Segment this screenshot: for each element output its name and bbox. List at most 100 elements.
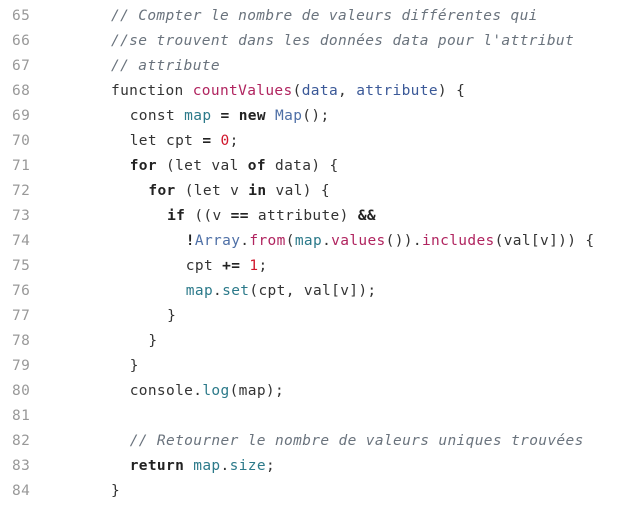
code-token: } [129, 358, 139, 374]
code-text: for (let val of data) { [130, 154, 339, 179]
line-number: 81 [12, 408, 31, 424]
code-token: // attribute [111, 58, 220, 74]
code-text: cpt += 1; [186, 254, 268, 279]
code-token: (); [302, 108, 330, 124]
code-line[interactable]: 65 // Compter le nombre de valeurs différ… [0, 4, 635, 29]
line-number: 71 [12, 158, 31, 174]
code-token: if [167, 208, 186, 224]
line-number: 70 [12, 133, 31, 149]
code-text: // Compter le nombre de valeurs différen… [111, 4, 538, 29]
code-token: ( [285, 233, 295, 249]
code-line[interactable]: 75 cpt += 1; [0, 254, 635, 279]
code-token: // Retourner le nombre de valeurs unique… [129, 433, 584, 449]
code-text: // attribute [111, 54, 220, 79]
code-line[interactable]: 81 [0, 404, 635, 429]
code-token: for [129, 158, 157, 174]
line-number: 69 [12, 108, 31, 124]
code-token: for [148, 183, 176, 199]
code-token: map [193, 458, 221, 474]
line-number: 79 [12, 358, 31, 374]
code-text: if ((v == attribute) && [167, 204, 376, 229]
code-token: data [301, 83, 339, 99]
line-number: 72 [12, 183, 31, 199]
code-token: ! [185, 233, 195, 249]
code-line[interactable]: 80 console.log(map); [0, 379, 635, 404]
code-token: . [220, 458, 230, 474]
code-token: ) { [437, 83, 466, 99]
code-token: (val[v])) { [494, 233, 595, 249]
code-editor[interactable]: 65 // Compter le nombre de valeurs différ… [0, 4, 635, 504]
code-token: console. [129, 383, 203, 399]
line-number: 82 [12, 433, 31, 449]
code-line[interactable]: 67 // attribute [0, 54, 635, 79]
code-line[interactable]: 66 //se trouvent dans les données data po… [0, 29, 635, 54]
code-token: . [213, 283, 223, 299]
code-line[interactable]: 71 for (let val of data) { [0, 154, 635, 179]
code-line[interactable]: 72 for (let v in val) { [0, 179, 635, 204]
code-token: cpt [185, 258, 223, 274]
code-token: (map); [229, 383, 285, 399]
code-token: ; [258, 258, 268, 274]
code-line[interactable]: 73 if ((v == attribute) && [0, 204, 635, 229]
code-line[interactable]: 84} [0, 479, 635, 504]
line-number: 67 [12, 58, 31, 74]
line-number: 76 [12, 283, 31, 299]
code-token: && [357, 208, 376, 224]
code-token: } [148, 333, 158, 349]
code-token: 0 [220, 133, 230, 149]
code-text: // Retourner le nombre de valeurs unique… [130, 429, 584, 454]
code-token: == [230, 208, 249, 224]
code-token: of [247, 158, 266, 174]
code-token: += [222, 258, 241, 274]
code-token: . [322, 233, 332, 249]
code-text: return map.size; [130, 454, 275, 479]
code-line[interactable]: 68 function countValues(data, attribute) … [0, 79, 635, 104]
line-number: 66 [12, 33, 31, 49]
line-number: 73 [12, 208, 31, 224]
code-token: , [338, 83, 357, 99]
code-line[interactable]: 70 let cpt = 0; [0, 129, 635, 154]
line-number: 80 [12, 383, 31, 399]
line-number: 83 [12, 458, 31, 474]
code-text: map.set(cpt, val[v]); [186, 279, 377, 304]
code-token: ; [229, 133, 239, 149]
code-token: map [294, 233, 323, 249]
code-token: ()). [385, 233, 422, 249]
code-token: function [111, 83, 193, 99]
code-token: (let val [156, 158, 248, 174]
line-number: 74 [12, 233, 31, 249]
line-number: 65 [12, 8, 31, 24]
code-text: const map = new Map(); [130, 104, 330, 129]
code-text: let cpt = 0; [130, 129, 239, 154]
code-token: //se trouvent dans les données data pour… [111, 33, 575, 49]
code-token: values [331, 233, 386, 249]
code-line[interactable]: 78} [0, 329, 635, 354]
line-number: 68 [12, 83, 31, 99]
code-line[interactable]: 69 const map = new Map(); [0, 104, 635, 129]
code-text: } [148, 329, 157, 354]
code-line[interactable]: 83 return map.size; [0, 454, 635, 479]
code-text: !Array.from(map.values()).includes(val[v… [186, 229, 595, 254]
code-token: let cpt [129, 133, 203, 149]
code-token: return [129, 458, 185, 474]
line-number: 75 [12, 258, 31, 274]
code-token: = [220, 108, 230, 124]
code-token: ((v [185, 208, 231, 224]
code-text: function countValues(data, attribute) { [111, 79, 465, 104]
code-line[interactable]: 74 !Array.from(map.values()).includes(val… [0, 229, 635, 254]
code-line[interactable]: 82 // Retourner le nombre de valeurs uniq… [0, 429, 635, 454]
code-token: in [248, 183, 267, 199]
code-line[interactable]: 77} [0, 304, 635, 329]
code-token: new [238, 108, 266, 124]
code-token: ; [265, 458, 276, 474]
code-line[interactable]: 76 map.set(cpt, val[v]); [0, 279, 635, 304]
code-token: log [202, 383, 230, 399]
code-token: ( [292, 83, 302, 99]
code-token: data) { [265, 158, 339, 174]
code-line[interactable]: 79} [0, 354, 635, 379]
code-token: // Compter le nombre de valeurs différen… [111, 8, 538, 24]
line-number: 78 [12, 333, 31, 349]
